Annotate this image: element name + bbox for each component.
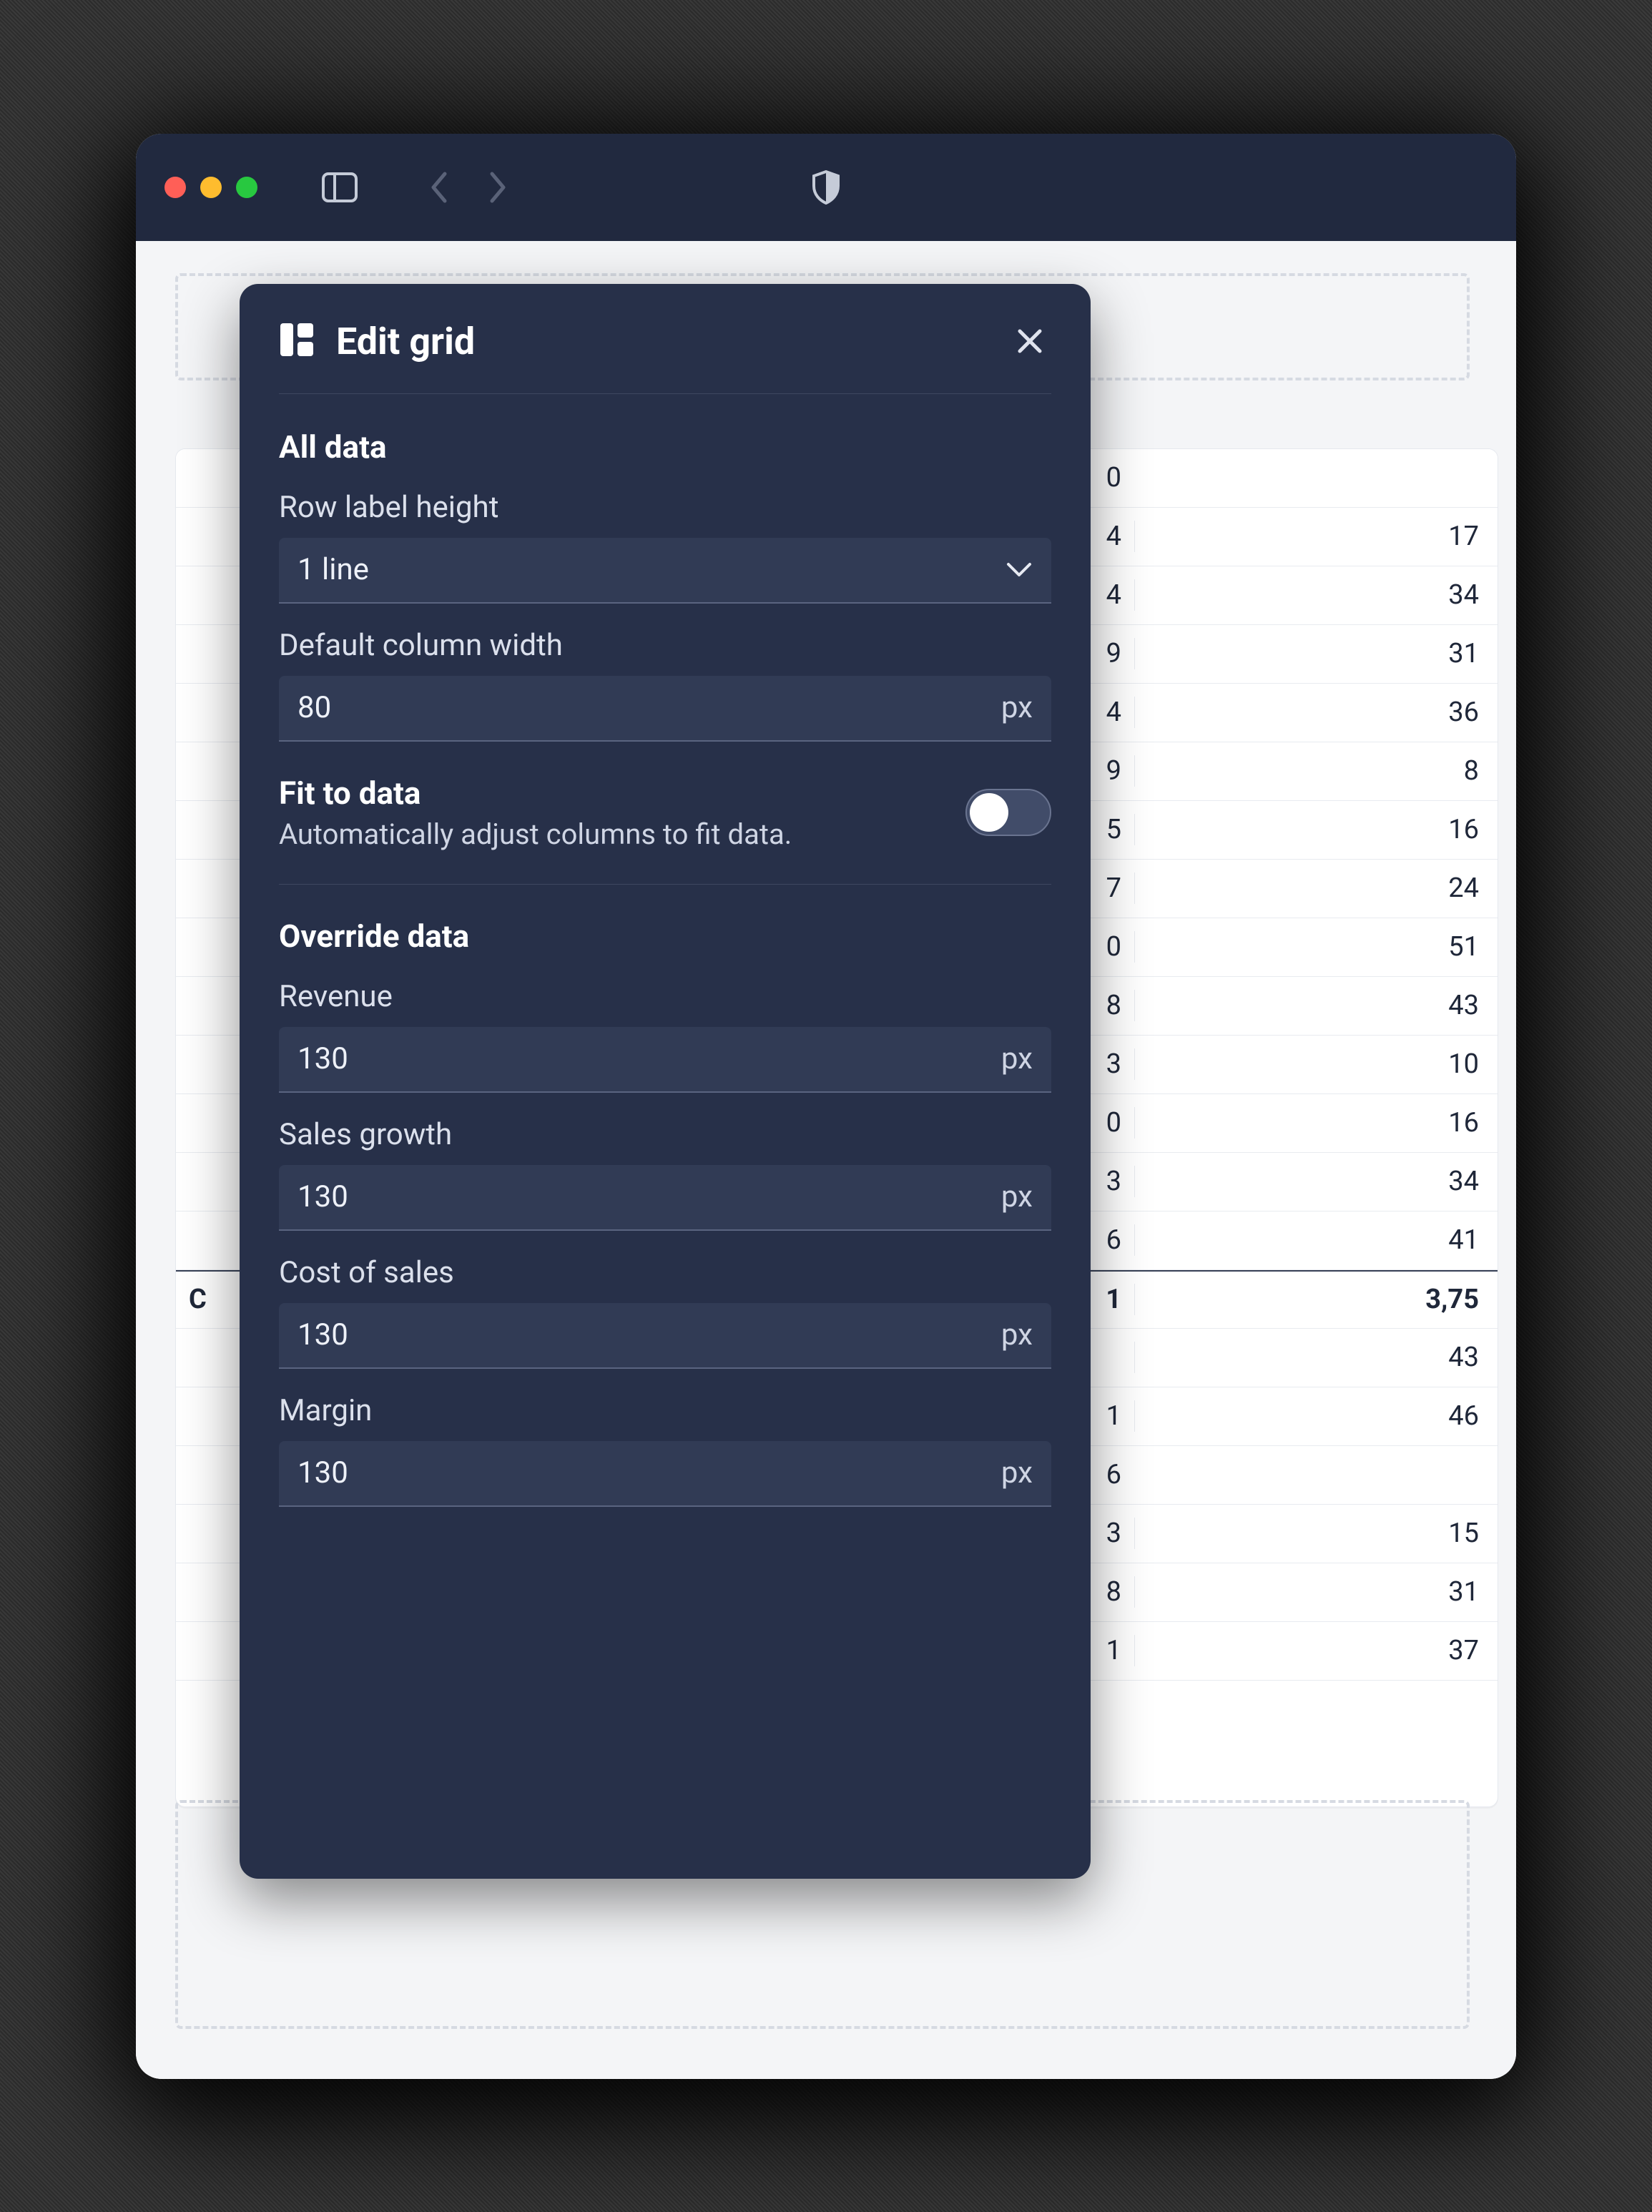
- nav-back-icon[interactable]: [429, 171, 451, 204]
- value-cell: 17: [1134, 521, 1492, 552]
- override-width-input[interactable]: 130px: [279, 1303, 1051, 1369]
- window-controls: [164, 177, 257, 198]
- panel-title: Edit grid: [336, 320, 987, 363]
- override-label: Margin: [279, 1393, 1051, 1428]
- nav-forward-icon[interactable]: [486, 171, 508, 204]
- grid-icon: [279, 322, 315, 360]
- value-cell: 16: [1134, 1107, 1492, 1139]
- value-cell: 31: [1134, 638, 1492, 669]
- override-label: Sales growth: [279, 1117, 1051, 1152]
- content-area: 041743493143698516724051843310016334641C…: [136, 241, 1516, 2079]
- row-label-height-value: 1 line: [298, 552, 369, 587]
- override-width-unit: px: [1001, 1455, 1033, 1490]
- toggle-knob: [970, 793, 1008, 832]
- value-cell: 43: [1134, 1342, 1492, 1373]
- value-cell: 37: [1134, 1635, 1492, 1666]
- override-label: Revenue: [279, 979, 1051, 1014]
- titlebar: [136, 134, 1516, 241]
- default-col-width-input[interactable]: 80 px: [279, 676, 1051, 742]
- row-label-height-label: Row label height: [279, 490, 1051, 525]
- row-label-height-select[interactable]: 1 line: [279, 538, 1051, 604]
- value-cell: 16: [1134, 814, 1492, 845]
- default-col-width-label: Default column width: [279, 628, 1051, 663]
- value-cell: 24: [1134, 872, 1492, 904]
- fit-to-data-desc: Automatically adjust columns to fit data…: [279, 817, 792, 851]
- close-button[interactable]: [1008, 320, 1051, 363]
- override-width-unit: px: [1001, 1317, 1033, 1352]
- override-width-value: 130: [298, 1317, 1001, 1352]
- value-cell: 43: [1134, 990, 1492, 1021]
- override-width-unit: px: [1001, 1179, 1033, 1214]
- section-all-data: All data: [279, 428, 1051, 466]
- value-cell: 31: [1134, 1576, 1492, 1608]
- value-cell: 8: [1134, 755, 1492, 787]
- override-width-input[interactable]: 130px: [279, 1441, 1051, 1507]
- value-cell: 36: [1134, 697, 1492, 728]
- value-cell: 46: [1134, 1400, 1492, 1432]
- value-cell: 34: [1134, 579, 1492, 611]
- value-cell: 15: [1134, 1518, 1492, 1549]
- chevron-down-icon: [1006, 561, 1033, 579]
- override-width-input[interactable]: 130px: [279, 1027, 1051, 1093]
- value-cell: 41: [1134, 1224, 1492, 1256]
- section-override: Override data: [279, 918, 1051, 955]
- override-width-value: 130: [298, 1179, 1001, 1214]
- window-minimize-dot[interactable]: [200, 177, 222, 198]
- override-width-unit: px: [1001, 1041, 1033, 1076]
- window-zoom-dot[interactable]: [236, 177, 257, 198]
- override-label: Cost of sales: [279, 1255, 1051, 1290]
- override-width-value: 130: [298, 1041, 1001, 1076]
- fit-to-data-toggle[interactable]: [965, 789, 1051, 836]
- value-cell: 34: [1134, 1166, 1492, 1197]
- app-window: 041743493143698516724051843310016334641C…: [136, 134, 1516, 2079]
- override-width-input[interactable]: 130px: [279, 1165, 1051, 1231]
- edit-grid-panel: Edit grid All data Row label height 1 li…: [240, 284, 1091, 1879]
- shield-icon[interactable]: [811, 170, 841, 205]
- value-cell: 10: [1134, 1048, 1492, 1080]
- sidebar-toggle-icon[interactable]: [322, 172, 358, 202]
- default-col-width-value: 80: [298, 690, 1001, 725]
- window-close-dot[interactable]: [164, 177, 186, 198]
- default-col-width-unit: px: [1001, 690, 1033, 725]
- value-cell: 3,75: [1134, 1284, 1492, 1315]
- override-width-value: 130: [298, 1455, 1001, 1490]
- fit-to-data-title: Fit to data: [279, 775, 792, 812]
- value-cell: 51: [1134, 931, 1492, 963]
